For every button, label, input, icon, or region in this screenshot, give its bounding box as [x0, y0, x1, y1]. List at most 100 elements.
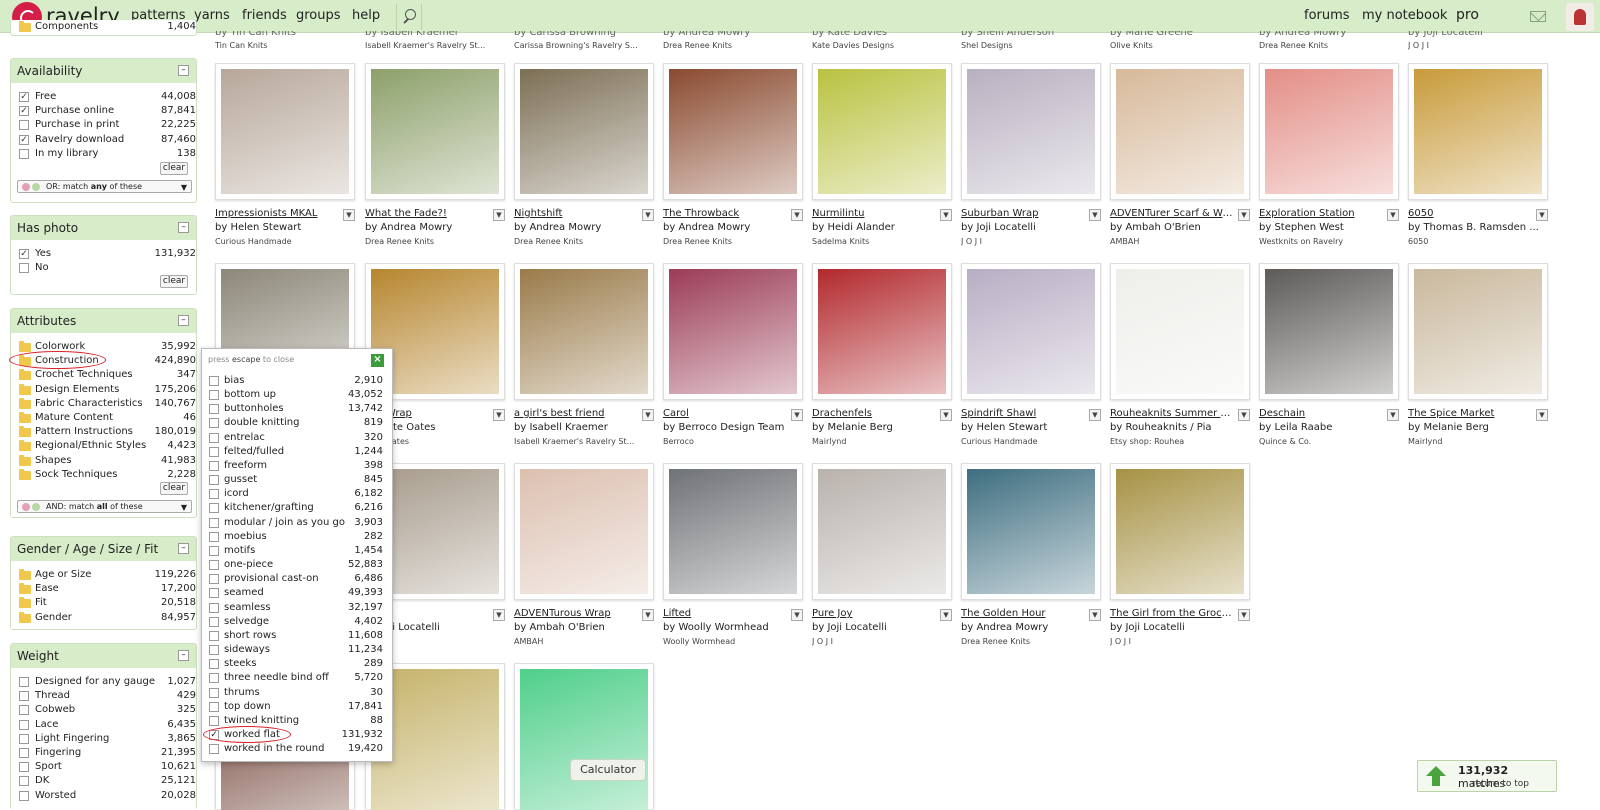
checkbox[interactable] [209, 616, 219, 627]
pattern-card[interactable]: Carol ▼ by Berroco Design Team Berroco [663, 263, 803, 448]
pattern-source[interactable]: Mairlynd [1408, 437, 1548, 446]
chevron-down-icon[interactable]: ▼ [1536, 409, 1548, 421]
weight-item-1[interactable]: Thread 429 [19, 689, 196, 703]
checkbox[interactable] [19, 705, 29, 716]
pattern-designer[interactable]: by Melanie Berg [812, 422, 952, 433]
weight-item-5[interactable]: Fingering 21,395 [19, 746, 196, 760]
chevron-down-icon[interactable]: ▼ [493, 209, 505, 221]
checkbox[interactable]: ✓ [19, 134, 29, 145]
collapse-icon[interactable]: – [178, 543, 189, 554]
pattern-designer[interactable]: by Andrea Mowry [961, 622, 1101, 633]
pattern-title-link[interactable]: Drachenfels [812, 408, 936, 419]
checkbox[interactable] [209, 560, 219, 571]
checkbox[interactable] [209, 630, 219, 641]
checkbox[interactable] [209, 460, 219, 471]
pattern-designer[interactable]: by Leila Raabe [1259, 422, 1399, 433]
pattern-designer[interactable]: by Stephen West [1259, 222, 1399, 233]
pattern-thumbnail[interactable] [812, 263, 952, 400]
checkbox[interactable] [209, 687, 219, 698]
attribute-item-4[interactable]: Fabric Characteristics 140,767 [19, 397, 196, 411]
pattern-designer[interactable]: by Andrea Mowry [663, 222, 803, 233]
pattern-thumbnail[interactable] [812, 463, 952, 600]
pattern-card[interactable]: Exploration Station ▼ by Stephen West Westk… [1259, 63, 1399, 248]
chevron-down-icon[interactable]: ▼ [940, 609, 952, 621]
checkbox[interactable] [209, 673, 219, 684]
pattern-title-link[interactable]: 6050 [1408, 208, 1532, 219]
chevron-down-icon[interactable]: ▼ [1238, 409, 1250, 421]
attribute-item-2[interactable]: Crochet Techniques 347 [19, 368, 196, 382]
checkbox[interactable] [209, 489, 219, 500]
pattern-designer[interactable]: by Andrea Mowry [514, 222, 654, 233]
pattern-source[interactable]: J O J I [961, 237, 1101, 246]
nav-yarns[interactable]: yarns [194, 8, 230, 23]
match-mode-select[interactable]: AND: match all of these ▼ [17, 500, 192, 513]
construction-option-7[interactable]: gusset 845 [209, 473, 383, 487]
construction-option-19[interactable]: sideways 11,234 [209, 643, 383, 657]
pattern-title-link[interactable]: Exploration Station [1259, 208, 1383, 219]
pattern-title-link[interactable]: The Golden Hour [961, 608, 1085, 619]
pattern-card[interactable]: a girl's best friend ▼ by Isabell Kraemer I… [514, 263, 654, 448]
construction-option-17[interactable]: selvedge 4,402 [209, 615, 383, 629]
pattern-source[interactable]: Curious Handmade [961, 437, 1101, 446]
construction-option-14[interactable]: provisional cast-on 6,486 [209, 572, 383, 586]
clear-button[interactable]: clear [160, 275, 188, 288]
attribute-item-7[interactable]: Regional/Ethnic Styles 4,423 [19, 439, 196, 453]
pattern-card[interactable]: Pure Joy ▼ by Joji Locatelli J O J I [812, 463, 952, 648]
attribute-item-9[interactable]: Sock Techniques 2,228 [19, 468, 196, 482]
checkbox[interactable] [209, 446, 219, 457]
pattern-title-link[interactable]: Carol [663, 408, 787, 419]
pattern-source[interactable]: Isabell Kraemer's Ravelry St... [365, 41, 505, 50]
pattern-card[interactable]: Drachenfels ▼ by Melanie Berg Mairlynd [812, 263, 952, 448]
pattern-thumbnail[interactable] [1408, 63, 1548, 200]
construction-option-1[interactable]: bottom up 43,052 [209, 388, 383, 402]
clear-button[interactable]: clear [160, 162, 188, 175]
pattern-card[interactable]: The Girl from the Groce... ▼ by Joji Locat… [1110, 463, 1250, 648]
pattern-card[interactable]: Impressionists MKAL ▼ by Helen Stewart Curi… [215, 63, 355, 248]
nav-pro[interactable]: pro [1456, 7, 1479, 23]
checkbox[interactable] [19, 776, 29, 787]
weight-item-7[interactable]: DK 25,121 [19, 774, 196, 788]
checkbox[interactable] [209, 602, 219, 613]
collapse-icon[interactable]: – [178, 222, 189, 233]
checkbox[interactable] [209, 404, 219, 415]
checkbox[interactable] [209, 645, 219, 656]
pattern-source[interactable]: Quince & Co. [1259, 437, 1399, 446]
availability-item-0[interactable]: ✓ Free 44,008 [19, 90, 196, 104]
pattern-thumbnail[interactable] [663, 263, 803, 400]
checkbox[interactable] [19, 719, 29, 730]
gender-item-3[interactable]: Gender 84,957 [19, 611, 196, 625]
pattern-thumbnail[interactable] [663, 463, 803, 600]
construction-option-20[interactable]: steeks 289 [209, 657, 383, 671]
pattern-designer[interactable]: by Woolly Wormhead [663, 622, 803, 633]
pattern-thumbnail[interactable] [215, 63, 355, 200]
pattern-source[interactable]: Westknits on Ravelry [1259, 237, 1399, 246]
pattern-source[interactable]: J O J I [1110, 637, 1250, 646]
matches-box[interactable]: 131,932 matches return to top [1417, 760, 1557, 792]
pattern-source[interactable]: Drea Renee Knits [1259, 41, 1399, 50]
construction-option-5[interactable]: felted/fulled 1,244 [209, 445, 383, 459]
pattern-designer[interactable]: by Andrea Mowry [365, 222, 505, 233]
pattern-designer[interactable]: by Helen Stewart [961, 422, 1101, 433]
pattern-card[interactable]: Rouheaknits Summer b... ▼ by Rouheaknits /… [1110, 263, 1250, 448]
weight-item-2[interactable]: Cobweb 325 [19, 703, 196, 717]
checkbox[interactable] [19, 263, 29, 274]
pattern-thumbnail[interactable] [1110, 63, 1250, 200]
pattern-card[interactable]: ADVENTurer Scarf & Wrap ▼ by Ambah O'Brien… [1110, 63, 1250, 248]
construction-option-15[interactable]: seamed 49,393 [209, 586, 383, 600]
checkbox[interactable] [209, 517, 219, 528]
checkbox[interactable] [209, 432, 219, 443]
pattern-thumbnail[interactable] [1408, 263, 1548, 400]
pattern-thumbnail[interactable] [1259, 263, 1399, 400]
construction-option-26[interactable]: worked in the round 19,420 [209, 742, 383, 756]
mail-icon[interactable] [1530, 11, 1546, 22]
chevron-down-icon[interactable]: ▼ [1089, 409, 1101, 421]
gender-item-1[interactable]: Ease 17,200 [19, 582, 196, 596]
checkbox[interactable] [209, 376, 219, 386]
pattern-card[interactable]: The Spice Market ▼ by Melanie Berg Mairlynd [1408, 263, 1548, 448]
pattern-thumbnail[interactable] [514, 63, 654, 200]
chevron-down-icon[interactable]: ▼ [940, 209, 952, 221]
attributes-header[interactable]: Attributes – [11, 309, 196, 333]
pattern-title-link[interactable]: Impressionists MKAL [215, 208, 339, 219]
pattern-thumbnail[interactable] [514, 263, 654, 400]
chevron-down-icon[interactable]: ▼ [642, 609, 654, 621]
